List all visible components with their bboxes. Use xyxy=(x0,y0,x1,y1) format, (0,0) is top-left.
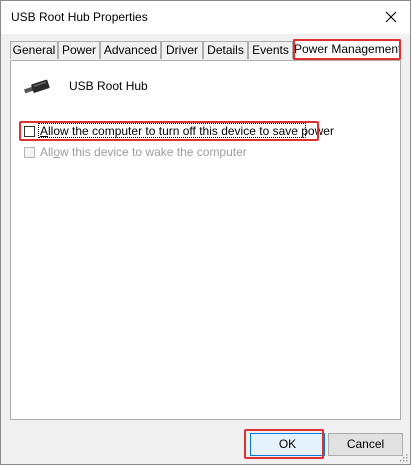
usb-connector-icon xyxy=(24,79,50,94)
option-highlight-box xyxy=(19,121,319,141)
resize-grip-icon[interactable] xyxy=(398,452,408,462)
device-name: USB Root Hub xyxy=(69,79,148,93)
tab-panel: USB Root Hub Allow the computer to turn … xyxy=(10,60,401,420)
tab-details[interactable]: Details xyxy=(203,41,248,59)
tab-advanced[interactable]: Advanced xyxy=(100,41,161,59)
tab-general[interactable]: General xyxy=(10,41,58,59)
tab-driver[interactable]: Driver xyxy=(161,41,203,59)
allow-wake-label: Allow this device to wake the computer xyxy=(40,145,247,159)
close-button[interactable] xyxy=(376,3,406,31)
close-icon xyxy=(385,11,397,23)
tab-highlight-box xyxy=(293,39,401,60)
window-title: USB Root Hub Properties xyxy=(11,10,148,24)
properties-dialog: USB Root Hub Properties General Power Ad… xyxy=(0,0,411,465)
allow-wake-option: Allow this device to wake the computer xyxy=(24,145,247,159)
tab-power[interactable]: Power xyxy=(58,41,100,59)
cancel-button[interactable]: Cancel xyxy=(328,433,403,456)
tab-events[interactable]: Events xyxy=(248,41,293,59)
ok-highlight-box xyxy=(244,429,324,459)
title-bar: USB Root Hub Properties xyxy=(1,1,410,34)
allow-wake-checkbox xyxy=(24,146,35,158)
